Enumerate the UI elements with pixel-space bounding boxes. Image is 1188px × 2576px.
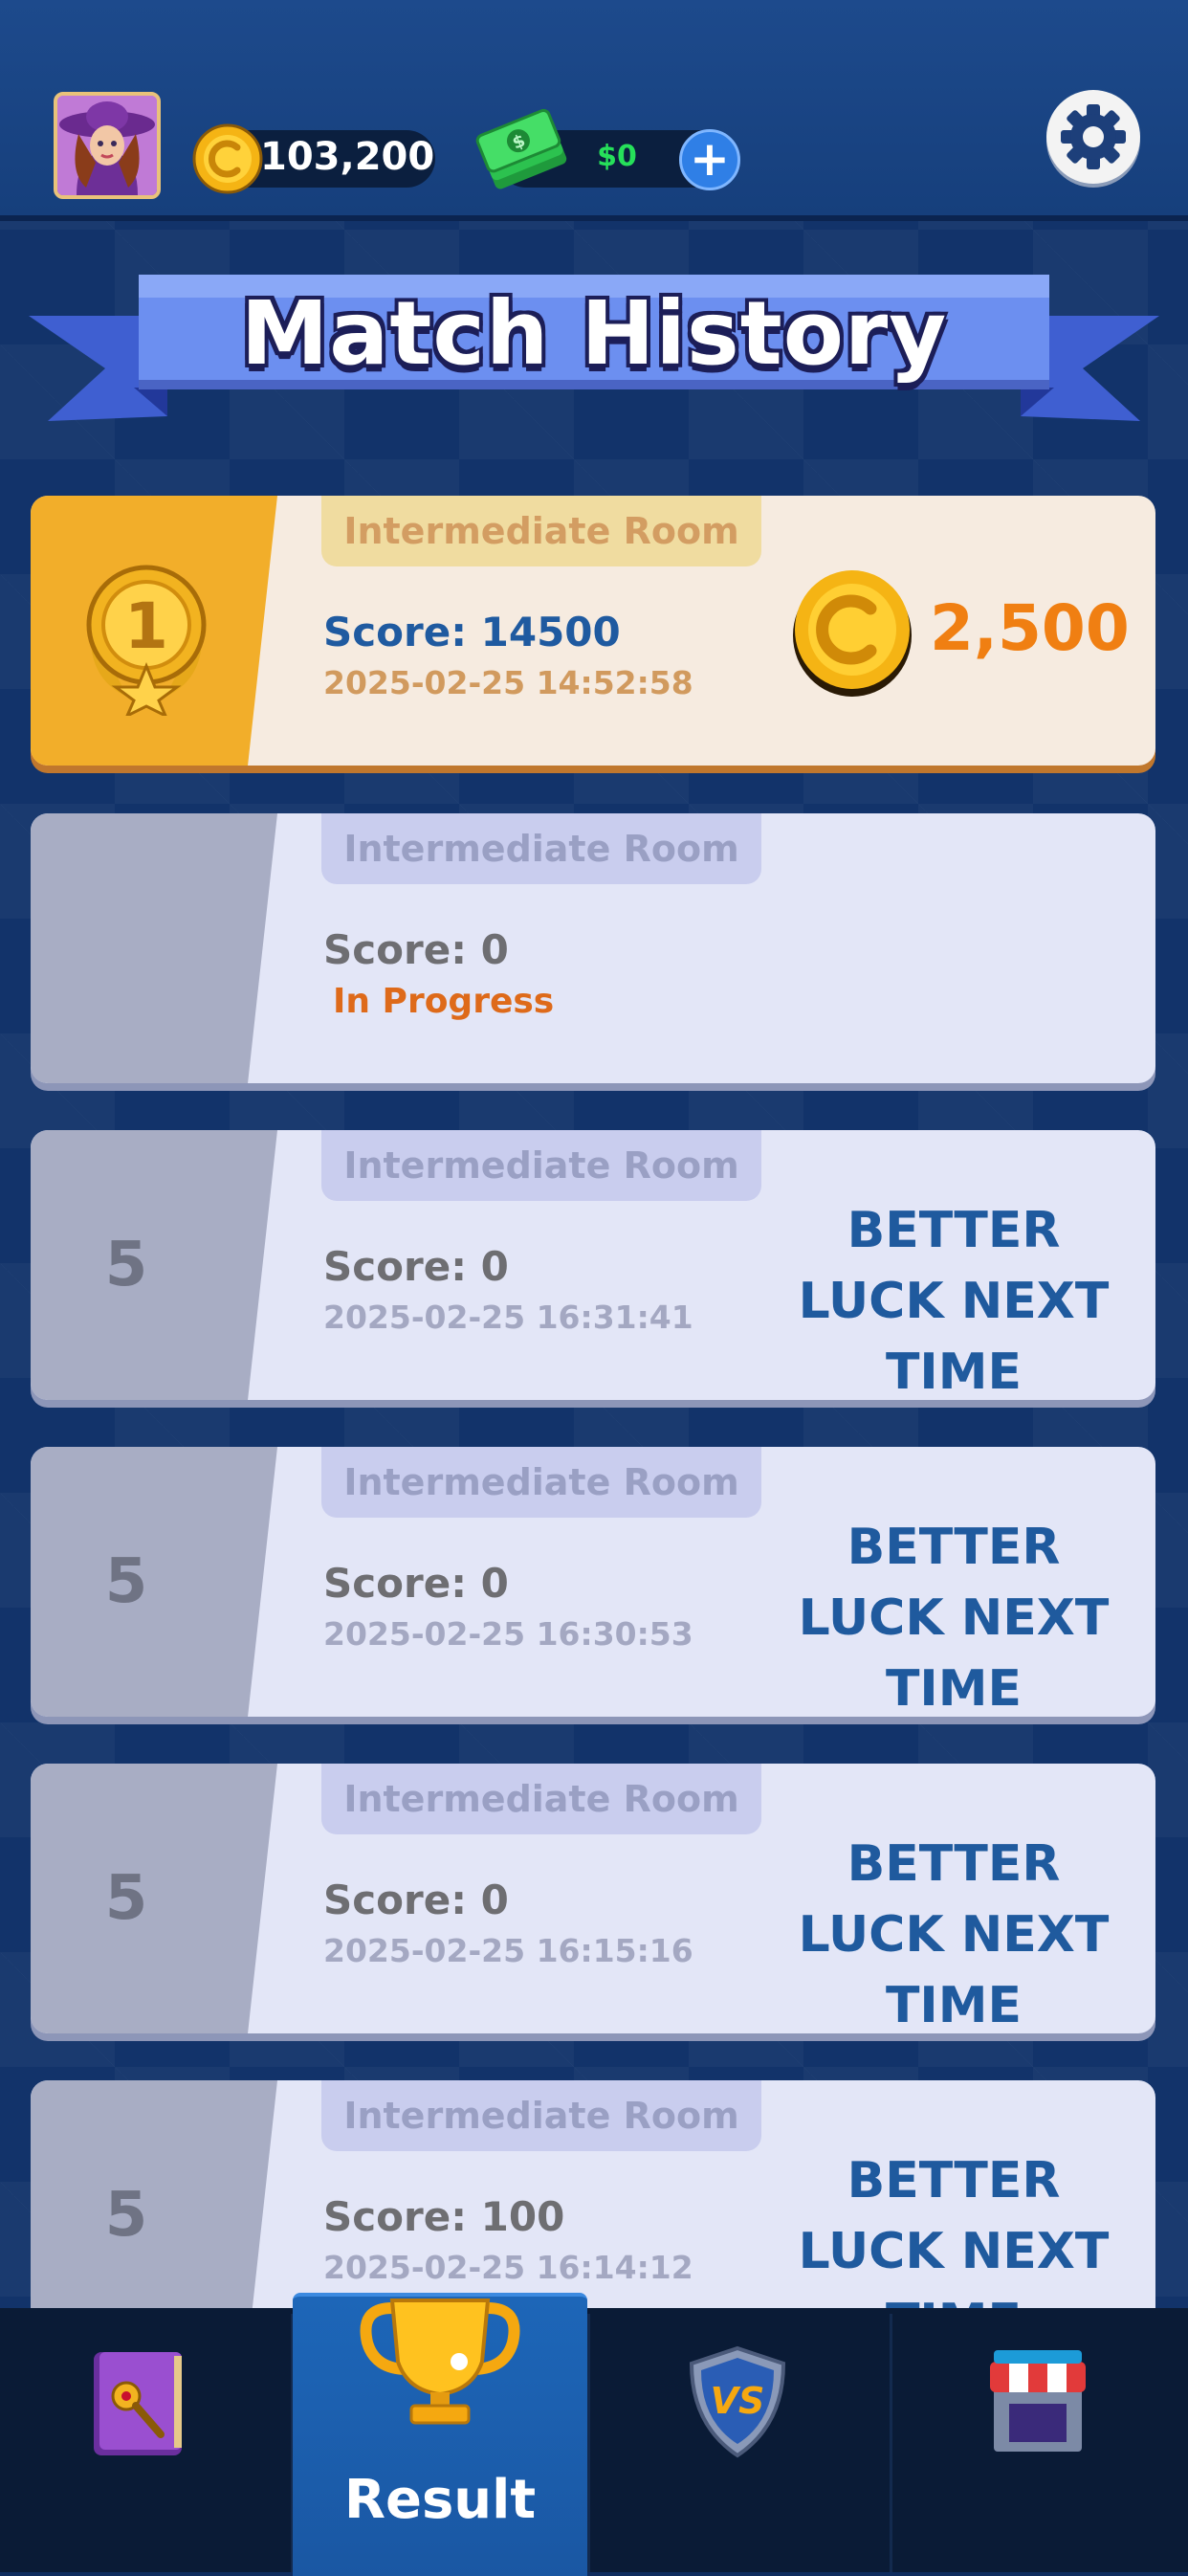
- settings-button[interactable]: [1046, 90, 1140, 184]
- score-text: Score: 0: [323, 1876, 509, 1923]
- nav-tab-versus[interactable]: VS: [590, 2308, 890, 2572]
- result-message: BETTER LUCK NEXT TIME: [798, 1202, 1110, 1400]
- status-in-progress: In Progress: [333, 982, 555, 1021]
- match-date: 2025-02-25 16:15:16: [323, 1932, 693, 1969]
- nav-label-result: Result: [343, 2469, 537, 2531]
- room-label: Intermediate Room: [321, 1764, 761, 1834]
- room-label: Intermediate Room: [321, 813, 761, 884]
- prize-amount: 2,500: [930, 591, 1130, 665]
- room-label: Intermediate Room: [321, 2080, 761, 2151]
- nav-tab-spellbook[interactable]: [0, 2308, 291, 2572]
- nav-tab-result[interactable]: [293, 2293, 587, 2576]
- spellbook-icon: [94, 2352, 182, 2455]
- avatar-portrait-icon: [57, 96, 157, 195]
- score-text: Score: 0: [323, 1560, 509, 1607]
- vs-shield-icon: VS: [689, 2345, 786, 2458]
- score-text: Score: 100: [323, 2193, 565, 2240]
- rank-number: 5: [104, 1863, 148, 1934]
- match-card[interactable]: 5 Intermediate Room Score: 0 2025-02-25 …: [31, 1447, 1155, 1717]
- coin-count: 103,200: [260, 135, 435, 179]
- gold-medal-icon: 1: [86, 565, 207, 716]
- gear-icon: [1061, 104, 1126, 169]
- match-card[interactable]: Intermediate Room Score: 0 In Progress: [31, 813, 1155, 1083]
- match-date: 2025-02-25 16:14:12: [323, 2249, 693, 2286]
- rank-number: 5: [104, 1230, 148, 1300]
- match-card[interactable]: 5 Intermediate Room Score: 0 2025-02-25 …: [31, 1130, 1155, 1400]
- svg-text:VS: VS: [711, 2380, 765, 2422]
- match-card[interactable]: 1 Intermediate Room Score: 14500 2025-02…: [31, 496, 1155, 766]
- coin-icon: [192, 123, 263, 194]
- match-card[interactable]: 5 Intermediate Room Score: 0 2025-02-25 …: [31, 1764, 1155, 2033]
- room-label: Intermediate Room: [321, 496, 761, 566]
- room-label: Intermediate Room: [321, 1447, 761, 1518]
- room-label: Intermediate Room: [321, 1130, 761, 1201]
- page-title: Match History: [240, 282, 948, 385]
- rank-number: 5: [104, 1546, 148, 1617]
- score-text: Score: 14500: [323, 609, 621, 655]
- result-message: BETTER LUCK NEXT TIME: [798, 1519, 1110, 1717]
- match-date: 2025-02-25 16:30:53: [323, 1615, 693, 1653]
- top-bar: [0, 0, 1188, 221]
- medal-rank: 1: [124, 589, 168, 663]
- score-text: Score: 0: [323, 926, 509, 973]
- rank-panel: [31, 813, 277, 1083]
- player-avatar[interactable]: [54, 92, 161, 199]
- shop-icon: [990, 2350, 1086, 2452]
- add-cash-button[interactable]: +: [679, 129, 740, 190]
- trophy-icon: [360, 2298, 520, 2425]
- cash-stack-icon: $: [475, 108, 567, 189]
- match-date: 2025-02-25 16:31:41: [323, 1299, 693, 1336]
- result-message: BETTER LUCK NEXT TIME: [798, 1835, 1110, 2033]
- nav-tab-shop[interactable]: [892, 2308, 1188, 2572]
- prize-coin-icon: [793, 570, 912, 697]
- score-text: Score: 0: [323, 1243, 509, 1290]
- match-date: 2025-02-25 14:52:58: [323, 664, 693, 701]
- cash-amount: $0: [597, 140, 637, 173]
